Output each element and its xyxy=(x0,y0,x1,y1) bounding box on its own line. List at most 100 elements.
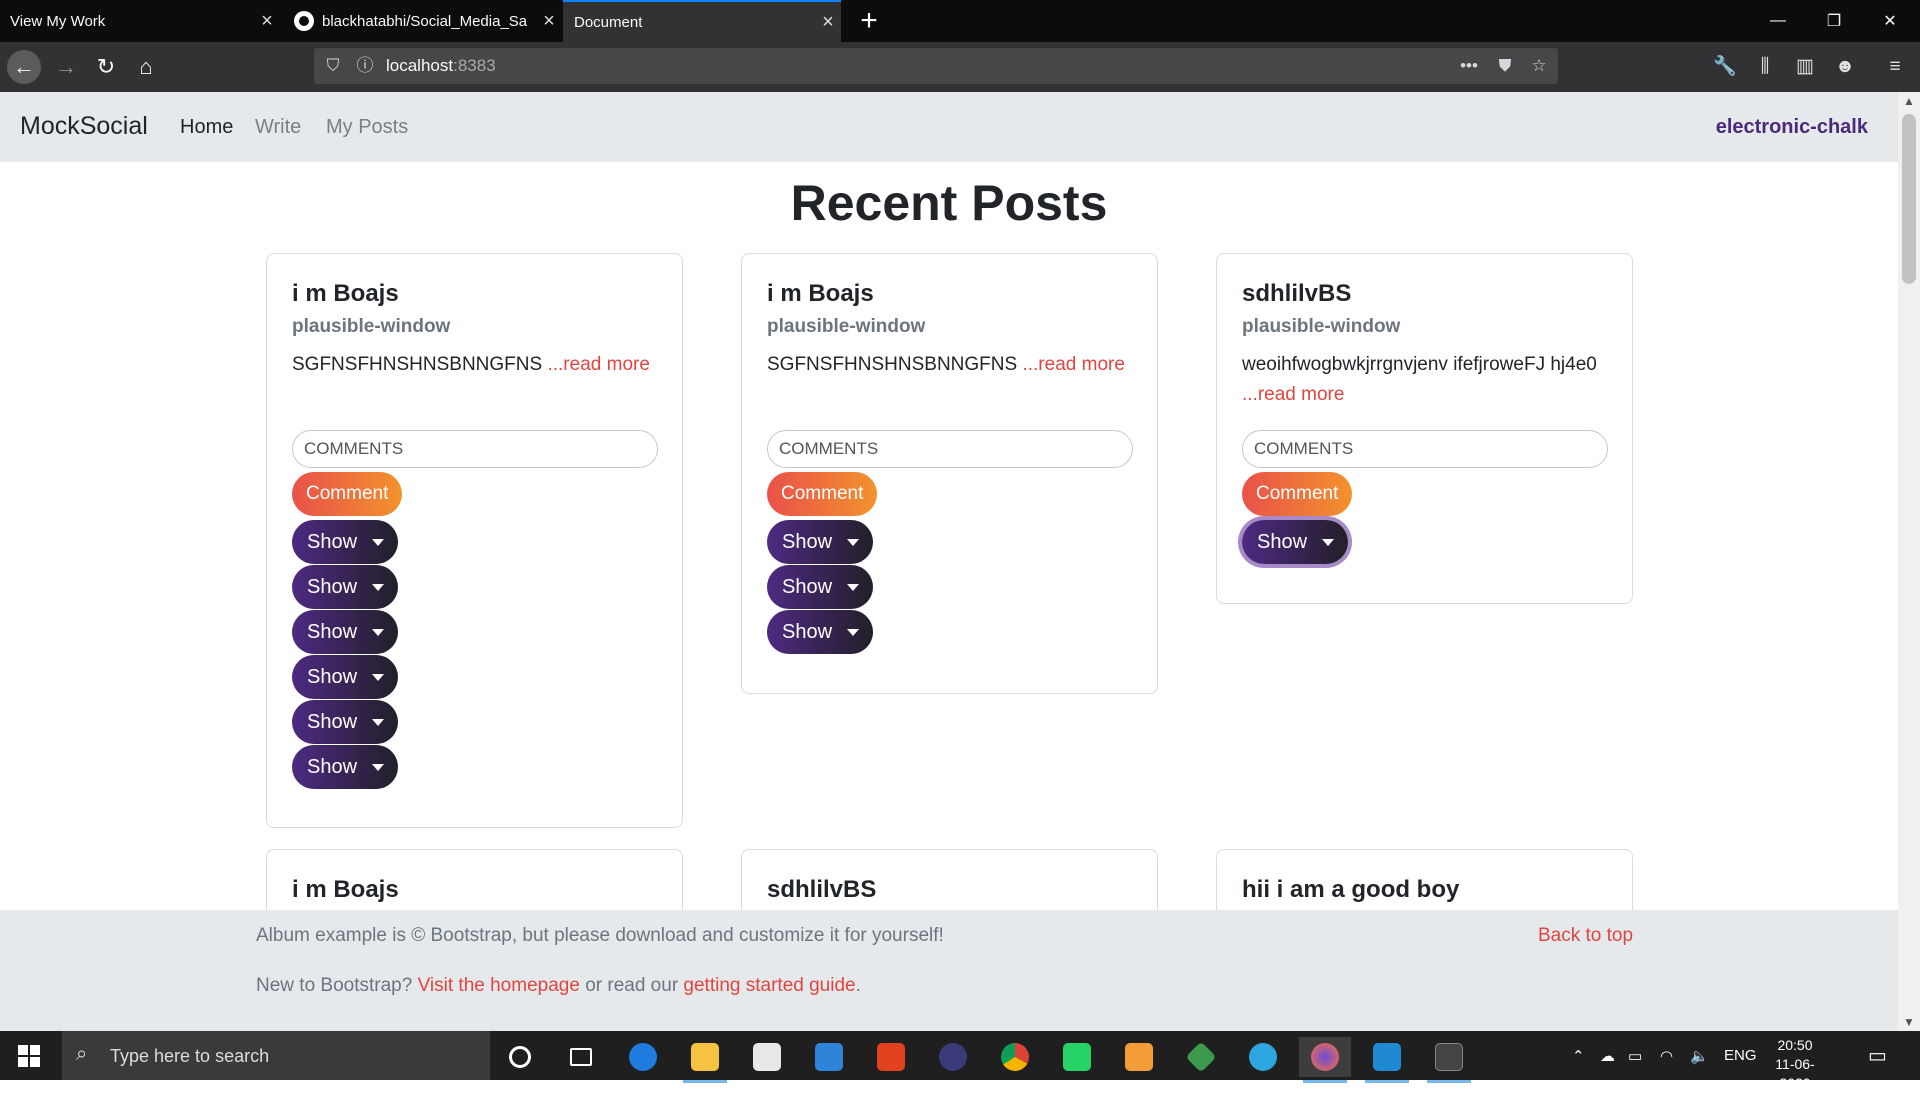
caret-down-icon xyxy=(372,719,384,726)
browser-tab[interactable]: View My Work × xyxy=(0,0,280,42)
url-bar[interactable]: ⛉ ⓘ localhost:8383 ••• ⛊ ☆ xyxy=(314,48,1558,84)
reload-icon[interactable]: ↻ xyxy=(89,50,123,84)
edge-icon[interactable] xyxy=(617,1037,669,1077)
forward-icon[interactable]: → xyxy=(49,50,83,84)
close-tab-icon[interactable]: × xyxy=(536,10,562,33)
comment-button[interactable]: Comment xyxy=(1242,472,1353,516)
comment-button[interactable]: Comment xyxy=(292,472,403,516)
post-title: sdhlilvBS xyxy=(1242,280,1352,307)
caret-down-icon xyxy=(847,629,859,636)
mail-icon[interactable] xyxy=(803,1037,855,1077)
vscode-icon[interactable] xyxy=(1361,1037,1413,1083)
back-to-top-link[interactable]: Back to top xyxy=(1538,925,1633,947)
show-dropdown-button[interactable]: Show xyxy=(767,520,873,564)
nav-my-posts[interactable]: My Posts xyxy=(326,116,408,139)
whatsapp-icon[interactable] xyxy=(1051,1037,1103,1077)
taskbar-clock[interactable]: 20:50 11-06-2020 xyxy=(1760,1036,1830,1093)
language-indicator[interactable]: ENG xyxy=(1724,1047,1757,1064)
page-title: Recent Posts xyxy=(790,175,1108,231)
nav-home[interactable]: Home xyxy=(180,116,233,139)
post-excerpt: SGFNSFHNSHNSBNNGFNS ...read more xyxy=(767,350,1127,380)
comment-input[interactable] xyxy=(1242,430,1608,468)
excerpt-text: SGFNSFHNSHNSBNNGFNS xyxy=(292,354,548,375)
pocket-icon[interactable]: ⛊ xyxy=(1494,55,1516,77)
browser-tab[interactable]: blackhatabhi/Social_Media_Sa × xyxy=(284,0,562,42)
file-explorer-icon[interactable] xyxy=(679,1037,731,1083)
page-viewport: MockSocial Home Write My Posts electroni… xyxy=(0,92,1898,1031)
site-footer: Album example is © Bootstrap, but please… xyxy=(0,910,1898,1031)
sidebar-icon[interactable]: ▥ xyxy=(1792,54,1818,80)
wifi-icon[interactable]: ◠ xyxy=(1660,1047,1673,1065)
task-view-icon[interactable] xyxy=(555,1037,607,1077)
show-dropdown-button[interactable]: Show xyxy=(767,610,873,654)
more-actions-icon[interactable]: ••• xyxy=(1458,55,1480,77)
show-dropdown-button[interactable]: Show xyxy=(292,565,398,609)
eclipse-icon[interactable] xyxy=(927,1037,979,1077)
caret-down-icon xyxy=(1322,539,1334,546)
show-dropdown-button[interactable]: Show xyxy=(292,520,398,564)
sublime-icon[interactable] xyxy=(1113,1037,1165,1077)
home-icon[interactable]: ⌂ xyxy=(129,50,163,84)
browser-tab-active[interactable]: Document × xyxy=(563,0,841,42)
clock-time: 20:50 xyxy=(1777,1037,1813,1053)
info-icon[interactable]: ⓘ xyxy=(354,55,376,77)
user-link[interactable]: electronic-chalk xyxy=(1716,116,1868,139)
show-dropdown-button[interactable]: Show xyxy=(292,610,398,654)
close-tab-icon[interactable]: × xyxy=(815,11,841,34)
wrench-icon[interactable]: 🔧 xyxy=(1712,54,1738,80)
cortana-icon[interactable] xyxy=(494,1037,546,1077)
url-text[interactable]: localhost:8383 xyxy=(386,56,496,76)
notification-icon[interactable]: ▭ xyxy=(1868,1043,1887,1068)
volume-icon[interactable]: 🔈 xyxy=(1690,1047,1709,1065)
git-icon[interactable] xyxy=(1175,1037,1227,1077)
show-dropdown-button[interactable]: Show xyxy=(1242,520,1348,564)
chrome-icon[interactable] xyxy=(989,1037,1041,1077)
back-icon[interactable]: ← xyxy=(7,50,41,84)
office-icon[interactable] xyxy=(865,1037,917,1077)
windows-start-icon[interactable] xyxy=(18,1045,40,1067)
post-author: plausible-window xyxy=(292,316,451,337)
scroll-up-icon[interactable]: ▲ xyxy=(1898,92,1920,110)
post-card: sdhlilvBS plausible-window weoihfwogbwkj… xyxy=(1216,253,1633,604)
read-more-link[interactable]: ...read more xyxy=(1242,384,1344,405)
show-dropdown-button[interactable]: Show xyxy=(292,700,398,744)
shield-icon[interactable]: ⛉ xyxy=(322,55,344,77)
comment-input[interactable] xyxy=(292,430,658,468)
taskbar-search[interactable]: ⌕ Type here to search xyxy=(62,1031,490,1080)
post-excerpt: weoihfwogbwkjrrgnvjenv ifefjroweFJ hj4e0… xyxy=(1242,350,1602,410)
new-tab-icon[interactable]: + xyxy=(852,4,886,38)
onedrive-icon[interactable]: ☁ xyxy=(1600,1047,1615,1065)
bookmark-star-icon[interactable]: ☆ xyxy=(1528,55,1550,77)
read-more-link[interactable]: ...read more xyxy=(1022,354,1124,375)
scroll-thumb[interactable] xyxy=(1902,114,1916,284)
scroll-down-icon[interactable]: ▼ xyxy=(1898,1013,1920,1031)
homepage-link[interactable]: Visit the homepage xyxy=(418,975,580,996)
comment-input[interactable] xyxy=(767,430,1133,468)
show-dropdown-button[interactable]: Show xyxy=(292,745,398,789)
url-host: localhost xyxy=(386,56,454,75)
read-more-link[interactable]: ...read more xyxy=(547,354,649,375)
firefox-icon[interactable] xyxy=(1299,1037,1351,1083)
close-window-icon[interactable]: ✕ xyxy=(1862,0,1918,42)
show-dropdown-button[interactable]: Show xyxy=(767,565,873,609)
comment-button[interactable]: Comment xyxy=(767,472,878,516)
nav-write[interactable]: Write xyxy=(255,116,301,139)
caret-down-icon xyxy=(372,539,384,546)
site-brand[interactable]: MockSocial xyxy=(20,112,148,141)
page-scrollbar[interactable]: ▲ ▼ xyxy=(1898,92,1920,1031)
close-tab-icon[interactable]: × xyxy=(254,10,280,33)
terminal-icon[interactable] xyxy=(1423,1037,1475,1083)
battery-icon[interactable]: ▭ xyxy=(1628,1047,1642,1065)
show-hidden-icons-icon[interactable]: ⌃ xyxy=(1572,1047,1585,1065)
menu-icon[interactable]: ≡ xyxy=(1882,54,1908,80)
account-icon[interactable]: ☻ xyxy=(1832,54,1858,80)
telegram-icon[interactable] xyxy=(1237,1037,1289,1077)
getting-started-link[interactable]: getting started guide xyxy=(683,975,855,996)
store-icon[interactable] xyxy=(741,1037,793,1077)
footer-help-suffix: . xyxy=(855,975,861,996)
clock-date: 11-06-2020 xyxy=(1775,1056,1815,1091)
minimize-icon[interactable]: — xyxy=(1750,0,1806,42)
library-icon[interactable]: ⫼ xyxy=(1752,54,1778,80)
restore-icon[interactable]: ❐ xyxy=(1806,0,1862,42)
show-dropdown-button[interactable]: Show xyxy=(292,655,398,699)
